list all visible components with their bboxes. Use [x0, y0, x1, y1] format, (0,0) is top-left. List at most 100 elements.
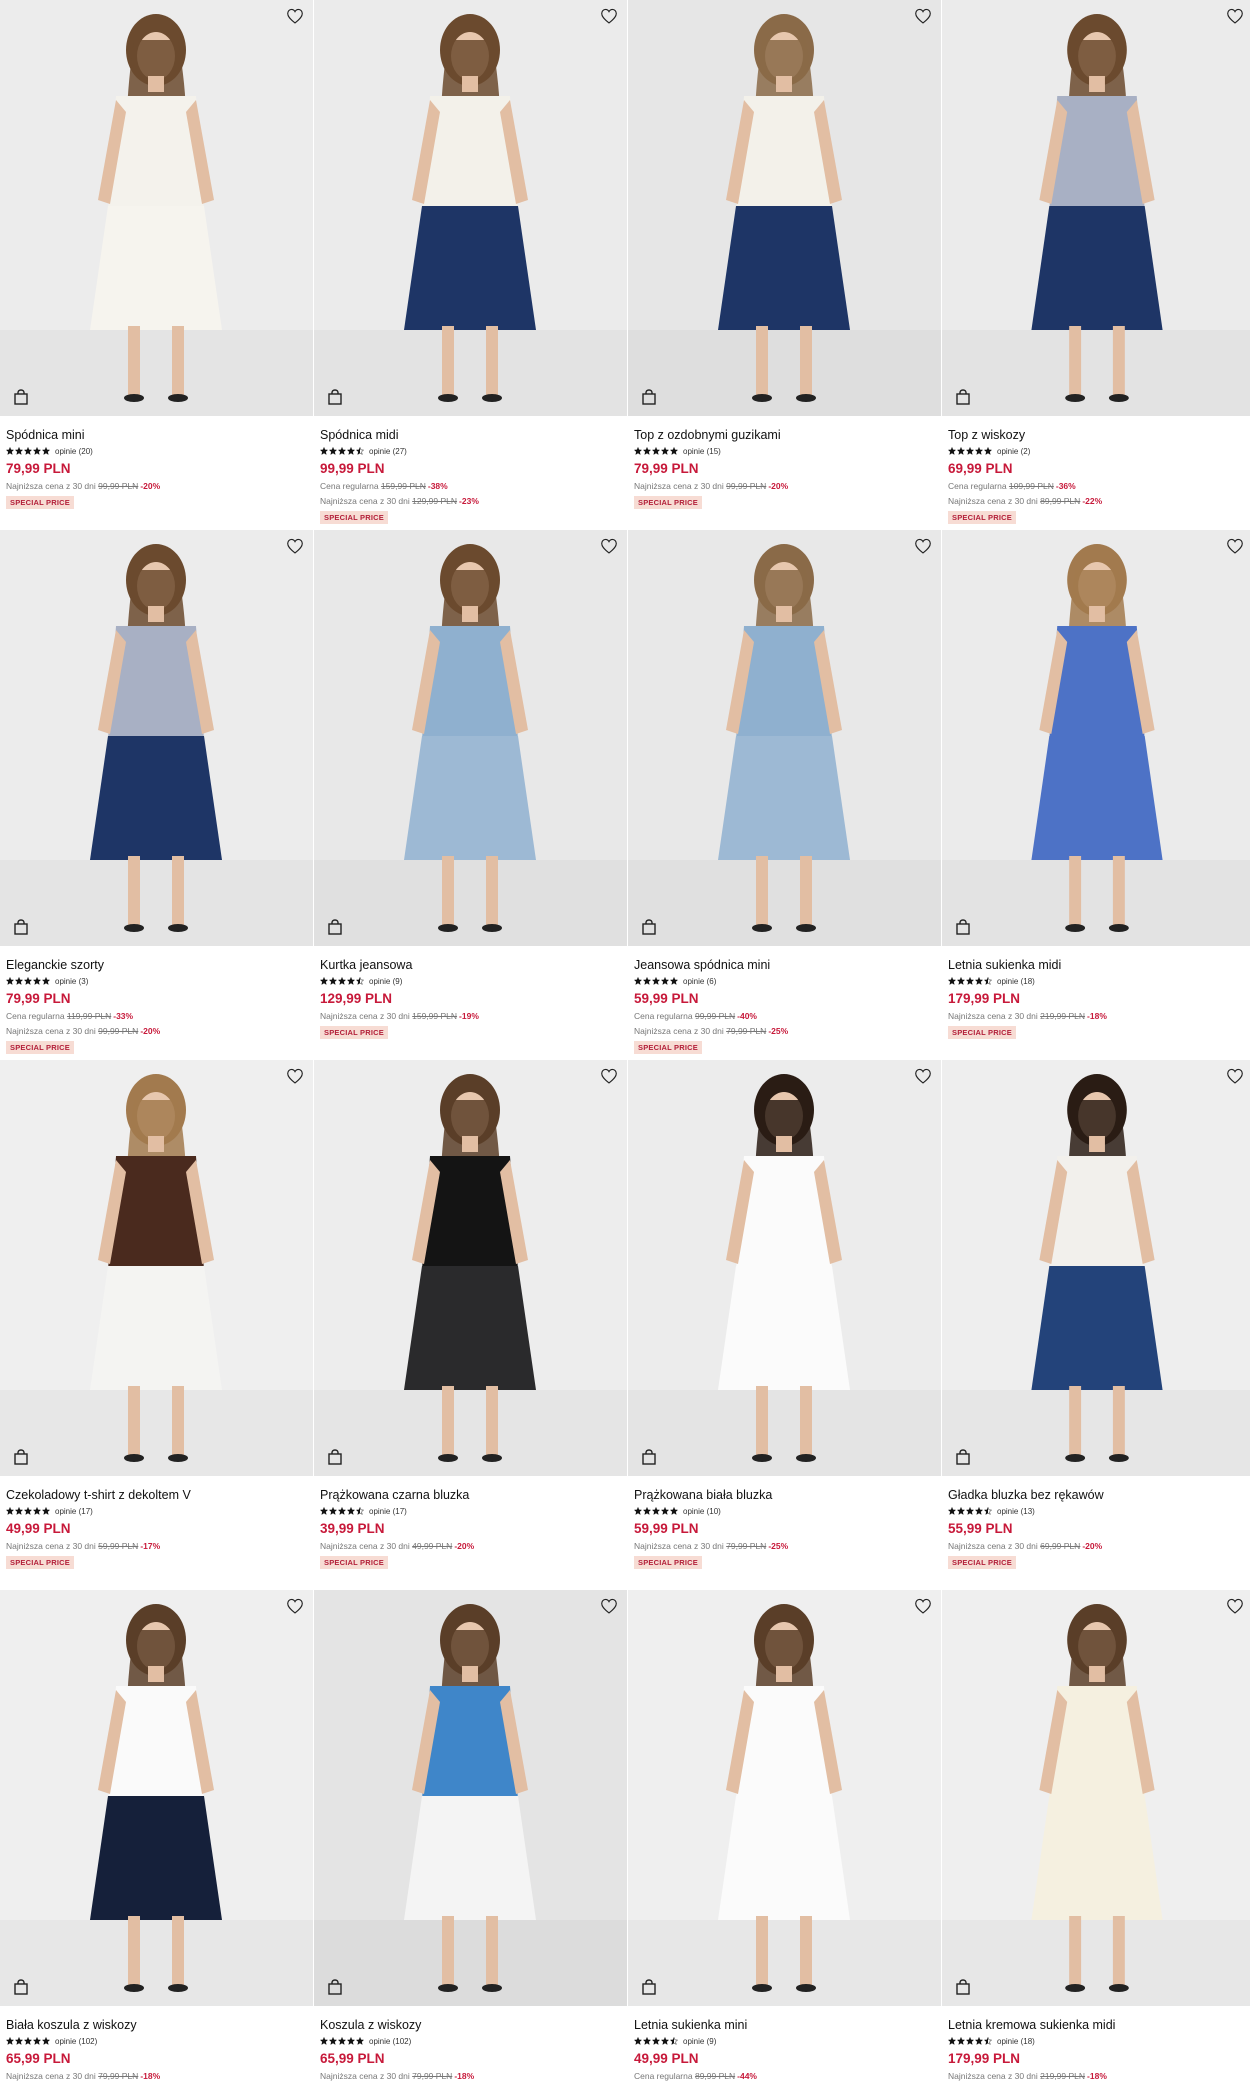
review-count[interactable]: opinie (2): [997, 447, 1030, 456]
heart-icon[interactable]: [1225, 6, 1245, 26]
product-image[interactable]: [942, 1590, 1250, 2006]
product-image[interactable]: [942, 1060, 1250, 1476]
shopping-bag-icon[interactable]: [640, 388, 658, 406]
product-image[interactable]: [314, 530, 627, 946]
heart-icon[interactable]: [913, 1596, 933, 1616]
product-card[interactable]: Kurtka jeansowa opinie (9) 129,99 PLN Najni…: [314, 530, 627, 1060]
shopping-bag-icon[interactable]: [640, 1978, 658, 1996]
review-count[interactable]: opinie (20): [55, 447, 93, 456]
shopping-bag-icon[interactable]: [326, 1448, 344, 1466]
shopping-bag-icon[interactable]: [954, 388, 972, 406]
product-name[interactable]: Prążkowana czarna bluzka: [320, 1487, 621, 1503]
heart-icon[interactable]: [1225, 1596, 1245, 1616]
product-name[interactable]: Biała koszula z wiskozy: [6, 2017, 307, 2033]
review-count[interactable]: opinie (102): [369, 2037, 411, 2046]
shopping-bag-icon[interactable]: [12, 918, 30, 936]
review-count[interactable]: opinie (15): [683, 447, 721, 456]
product-card[interactable]: Letnia sukienka midi opinie (18) 179,99 PL…: [942, 530, 1250, 1060]
shopping-bag-icon[interactable]: [954, 918, 972, 936]
review-count[interactable]: opinie (10): [683, 1507, 721, 1516]
product-name[interactable]: Czekoladowy t-shirt z dekoltem V: [6, 1487, 307, 1503]
product-card[interactable]: Gładka bluzka bez rękawów opinie (13) 55,9…: [942, 1060, 1250, 1590]
product-name[interactable]: Letnia sukienka midi: [948, 957, 1247, 973]
product-image[interactable]: [628, 530, 941, 946]
shopping-bag-icon[interactable]: [640, 1448, 658, 1466]
heart-icon[interactable]: [913, 1066, 933, 1086]
product-image[interactable]: [628, 1060, 941, 1476]
heart-icon[interactable]: [913, 536, 933, 556]
product-card[interactable]: Prążkowana biała bluzka opinie (10) 59,99 …: [628, 1060, 941, 1590]
product-name[interactable]: Eleganckie szorty: [6, 957, 307, 973]
heart-icon[interactable]: [285, 6, 305, 26]
review-count[interactable]: opinie (6): [683, 977, 716, 986]
heart-icon[interactable]: [285, 1596, 305, 1616]
shopping-bag-icon[interactable]: [326, 918, 344, 936]
product-name[interactable]: Letnia sukienka mini: [634, 2017, 935, 2033]
shopping-bag-icon[interactable]: [954, 1448, 972, 1466]
review-count[interactable]: opinie (17): [369, 1507, 407, 1516]
product-image[interactable]: [942, 0, 1250, 416]
shopping-bag-icon[interactable]: [326, 1978, 344, 1996]
product-rating: opinie (2): [947, 445, 1247, 457]
product-image[interactable]: [628, 0, 941, 416]
product-name[interactable]: Letnia kremowa sukienka midi: [948, 2017, 1247, 2033]
heart-icon[interactable]: [599, 1066, 619, 1086]
product-name[interactable]: Jeansowa spódnica mini: [634, 957, 935, 973]
product-card[interactable]: Czekoladowy t-shirt z dekoltem V opinie (…: [0, 1060, 313, 1590]
shopping-bag-icon[interactable]: [640, 918, 658, 936]
price-history: Najniższa cena z 30 dni 159,99 PLN -19%: [320, 1010, 621, 1022]
product-card[interactable]: Prążkowana czarna bluzka opinie (17) 39,99…: [314, 1060, 627, 1590]
review-count[interactable]: opinie (3): [55, 977, 88, 986]
review-count[interactable]: opinie (18): [997, 2037, 1035, 2046]
product-card[interactable]: Biała koszula z wiskozy opinie (102) 65,99…: [0, 1590, 313, 2086]
product-image[interactable]: [0, 1590, 313, 2006]
heart-icon[interactable]: [599, 536, 619, 556]
heart-icon[interactable]: [285, 536, 305, 556]
product-card[interactable]: Letnia kremowa sukienka midi opinie (18) 1…: [942, 1590, 1250, 2086]
heart-icon[interactable]: [599, 6, 619, 26]
shopping-bag-icon[interactable]: [12, 388, 30, 406]
product-image[interactable]: [942, 530, 1250, 946]
review-count[interactable]: opinie (9): [369, 977, 402, 986]
product-card[interactable]: Letnia sukienka mini opinie (9) 49,99 PLN C…: [628, 1590, 941, 2086]
product-name[interactable]: Top z wiskozy: [948, 427, 1247, 443]
review-count[interactable]: opinie (27): [369, 447, 407, 456]
shopping-bag-icon[interactable]: [326, 388, 344, 406]
product-image[interactable]: [0, 530, 313, 946]
product-name[interactable]: Prążkowana biała bluzka: [634, 1487, 935, 1503]
product-info: Gładka bluzka bez rękawów opinie (13) 55,9…: [942, 1476, 1250, 1570]
heart-icon[interactable]: [1225, 536, 1245, 556]
product-image[interactable]: [0, 1060, 313, 1476]
product-card[interactable]: Jeansowa spódnica mini opinie (6) 59,99 PL…: [628, 530, 941, 1060]
shopping-bag-icon[interactable]: [954, 1978, 972, 1996]
review-count[interactable]: opinie (13): [997, 1507, 1035, 1516]
heart-icon[interactable]: [599, 1596, 619, 1616]
product-name[interactable]: Gładka bluzka bez rękawów: [948, 1487, 1247, 1503]
review-count[interactable]: opinie (9): [683, 2037, 716, 2046]
special-price-badge: SPECIAL PRICE: [634, 496, 702, 509]
review-count[interactable]: opinie (17): [55, 1507, 93, 1516]
heart-icon[interactable]: [285, 1066, 305, 1086]
product-card[interactable]: Top z ozdobnymi guzikami opinie (15) 79,99…: [628, 0, 941, 530]
product-name[interactable]: Koszula z wiskozy: [320, 2017, 621, 2033]
product-name[interactable]: Spódnica mini: [6, 427, 307, 443]
shopping-bag-icon[interactable]: [12, 1978, 30, 1996]
product-card[interactable]: Spódnica mini opinie (20) 79,99 PLN Najniżs…: [0, 0, 313, 530]
product-name[interactable]: Top z ozdobnymi guzikami: [634, 427, 935, 443]
product-card[interactable]: Koszula z wiskozy opinie (102) 65,99 PLN Na…: [314, 1590, 627, 2086]
product-name[interactable]: Spódnica midi: [320, 427, 621, 443]
product-image[interactable]: [628, 1590, 941, 2006]
product-card[interactable]: Top z wiskozy opinie (2) 69,99 PLN Cena reg…: [942, 0, 1250, 530]
shopping-bag-icon[interactable]: [12, 1448, 30, 1466]
product-name[interactable]: Kurtka jeansowa: [320, 957, 621, 973]
heart-icon[interactable]: [913, 6, 933, 26]
product-image[interactable]: [314, 1060, 627, 1476]
product-image[interactable]: [314, 1590, 627, 2006]
review-count[interactable]: opinie (102): [55, 2037, 97, 2046]
heart-icon[interactable]: [1225, 1066, 1245, 1086]
product-image[interactable]: [314, 0, 627, 416]
product-card[interactable]: Eleganckie szorty opinie (3) 79,99 PLN Cena…: [0, 530, 313, 1060]
review-count[interactable]: opinie (18): [997, 977, 1035, 986]
product-card[interactable]: Spódnica midi opinie (27) 99,99 PLN Cena re…: [314, 0, 627, 530]
product-image[interactable]: [0, 0, 313, 416]
